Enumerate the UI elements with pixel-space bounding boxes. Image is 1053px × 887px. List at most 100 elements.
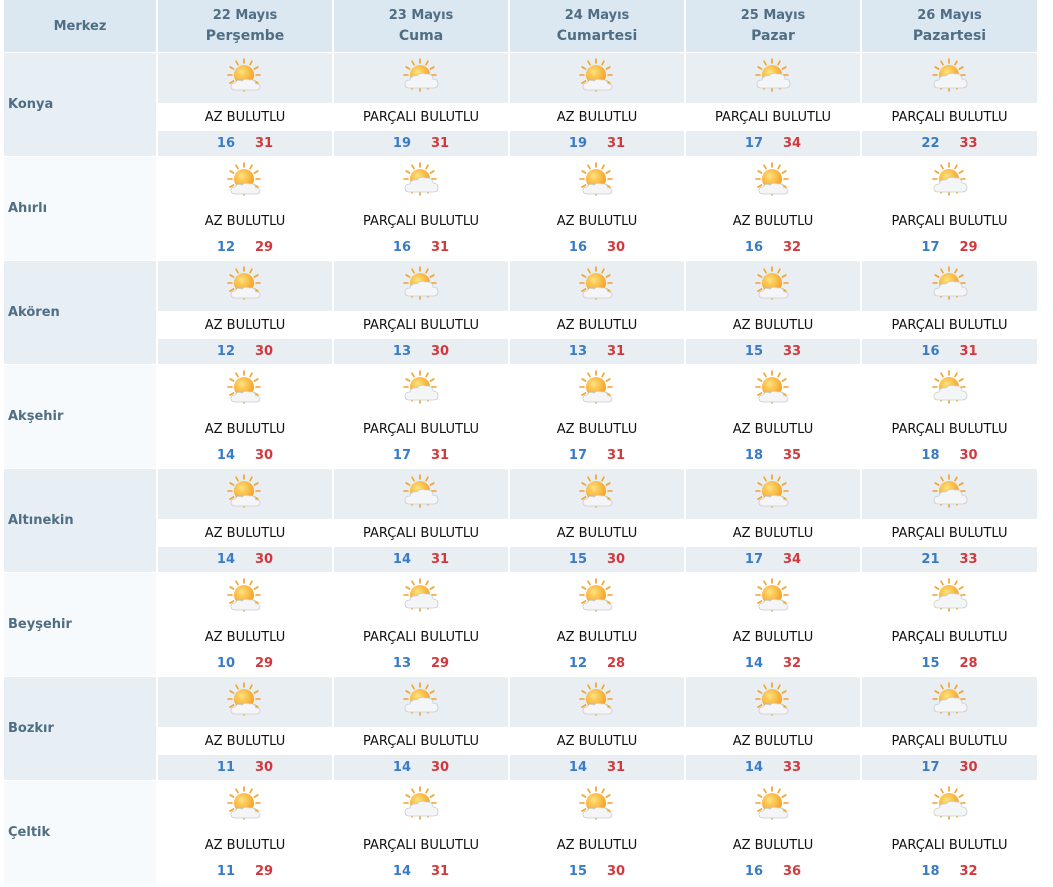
min-temperature: 11 [216,760,235,775]
forecast-cell: AZ BULUTLU 10 29 [158,573,332,676]
forecast-cell: AZ BULUTLU 17 31 [510,365,684,468]
place-name[interactable]: Çeltik [4,781,156,884]
weather-icon-box [510,157,684,207]
forecast-cell: PARÇALI BULUTLU 22 33 [862,53,1037,156]
max-temperature: 31 [255,136,274,151]
max-temperature: 29 [431,656,450,671]
min-temperature: 19 [568,136,587,151]
max-temperature: 34 [783,552,802,567]
partly-sunny-icon [755,578,789,612]
weather-description: AZ BULUTLU [686,311,860,339]
max-temperature: 31 [431,448,450,463]
header-day-name: Pazar [751,28,795,44]
table-row-5: Altınekin AZ BULUTLU 14 30 PARÇALI BULUT… [4,469,1037,572]
header-day-date: 26 Mayıs [917,8,982,23]
min-temperature: 13 [392,344,411,359]
temperature-pair: 11 30 [158,755,332,780]
temperature-pair: 12 28 [510,651,684,676]
weather-description: AZ BULUTLU [686,727,860,755]
max-temperature: 35 [783,448,802,463]
mostly-cloudy-icon [403,58,439,92]
max-temperature: 31 [607,344,626,359]
header-day-name: Perşembe [205,28,285,44]
weather-description: AZ BULUTLU [158,103,332,131]
weather-description: PARÇALI BULUTLU [334,311,508,339]
weather-icon-box [158,157,332,207]
min-temperature: 15 [568,864,587,879]
max-temperature: 30 [255,448,274,463]
temperature-pair: 13 30 [334,339,508,364]
mostly-cloudy-icon [931,370,967,404]
min-temperature: 13 [392,656,411,671]
weather-description: PARÇALI BULUTLU [334,727,508,755]
header-day-name: Pazartesi [912,28,987,44]
min-temperature: 16 [744,864,763,879]
forecast-cell: AZ BULUTLU 14 33 [686,677,860,780]
weather-description: PARÇALI BULUTLU [862,415,1037,443]
header-day-3: 24 Mayıs Cumartesi [510,0,684,52]
min-temperature: 18 [921,448,940,463]
temperature-pair: 19 31 [334,131,508,156]
weather-icon-box [686,781,860,831]
forecast-cell: AZ BULUTLU 17 34 [686,469,860,572]
temperature-pair: 14 32 [686,651,860,676]
weather-description: AZ BULUTLU [510,623,684,651]
place-name[interactable]: Konya [4,53,156,156]
partly-sunny-icon [755,162,789,196]
forecast-cell: AZ BULUTLU 14 32 [686,573,860,676]
temperature-pair: 13 29 [334,651,508,676]
max-temperature: 29 [255,240,274,255]
partly-sunny-icon [755,682,789,716]
table-row-8: Çeltik AZ BULUTLU 11 29 PARÇALI BULUTLU … [4,781,1037,884]
weather-icon-box [510,53,684,103]
forecast-cell: AZ BULUTLU 15 30 [510,781,684,884]
forecast-cell: AZ BULUTLU 14 30 [158,365,332,468]
temperature-pair: 15 30 [510,547,684,572]
weather-description: PARÇALI BULUTLU [862,519,1037,547]
temperature-pair: 12 29 [158,235,332,260]
forecast-cell: PARÇALI BULUTLU 21 33 [862,469,1037,572]
place-name[interactable]: Bozkır [4,677,156,780]
min-temperature: 12 [216,344,235,359]
forecast-cell: AZ BULUTLU 14 31 [510,677,684,780]
partly-sunny-icon [579,58,613,92]
temperature-pair: 10 29 [158,651,332,676]
weather-icon-box [862,573,1037,623]
forecast-cell: PARÇALI BULUTLU 18 32 [862,781,1037,884]
min-temperature: 18 [744,448,763,463]
place-name[interactable]: Altınekin [4,469,156,572]
max-temperature: 31 [431,136,450,151]
weather-icon-box [862,261,1037,311]
temperature-pair: 17 34 [686,131,860,156]
max-temperature: 31 [607,760,626,775]
min-temperature: 17 [921,760,940,775]
temperature-pair: 17 30 [862,755,1037,780]
max-temperature: 32 [783,240,802,255]
forecast-cell: AZ BULUTLU 11 30 [158,677,332,780]
forecast-cell: PARÇALI BULUTLU 13 30 [334,261,508,364]
weather-description: PARÇALI BULUTLU [862,311,1037,339]
max-temperature: 29 [959,240,978,255]
place-name[interactable]: Akşehir [4,365,156,468]
weather-description: PARÇALI BULUTLU [862,727,1037,755]
forecast-cell: PARÇALI BULUTLU 17 30 [862,677,1037,780]
weather-icon-box [862,365,1037,415]
temperature-pair: 18 32 [862,859,1037,884]
forecast-cell: PARÇALI BULUTLU 19 31 [334,53,508,156]
place-name[interactable]: Ahırlı [4,157,156,260]
forecast-cell: PARÇALI BULUTLU 18 30 [862,365,1037,468]
min-temperature: 16 [568,240,587,255]
place-name-label: Konya [8,97,54,112]
min-temperature: 14 [392,760,411,775]
weather-icon-box [686,365,860,415]
temperature-pair: 14 31 [334,547,508,572]
mostly-cloudy-icon [403,786,439,820]
place-name[interactable]: Beyşehir [4,573,156,676]
temperature-pair: 16 31 [158,131,332,156]
max-temperature: 33 [959,136,978,151]
header-day-2: 23 Mayıs Cuma [334,0,508,52]
max-temperature: 30 [959,760,978,775]
place-name[interactable]: Akören [4,261,156,364]
mostly-cloudy-icon [931,162,967,196]
weather-description: AZ BULUTLU [686,831,860,859]
